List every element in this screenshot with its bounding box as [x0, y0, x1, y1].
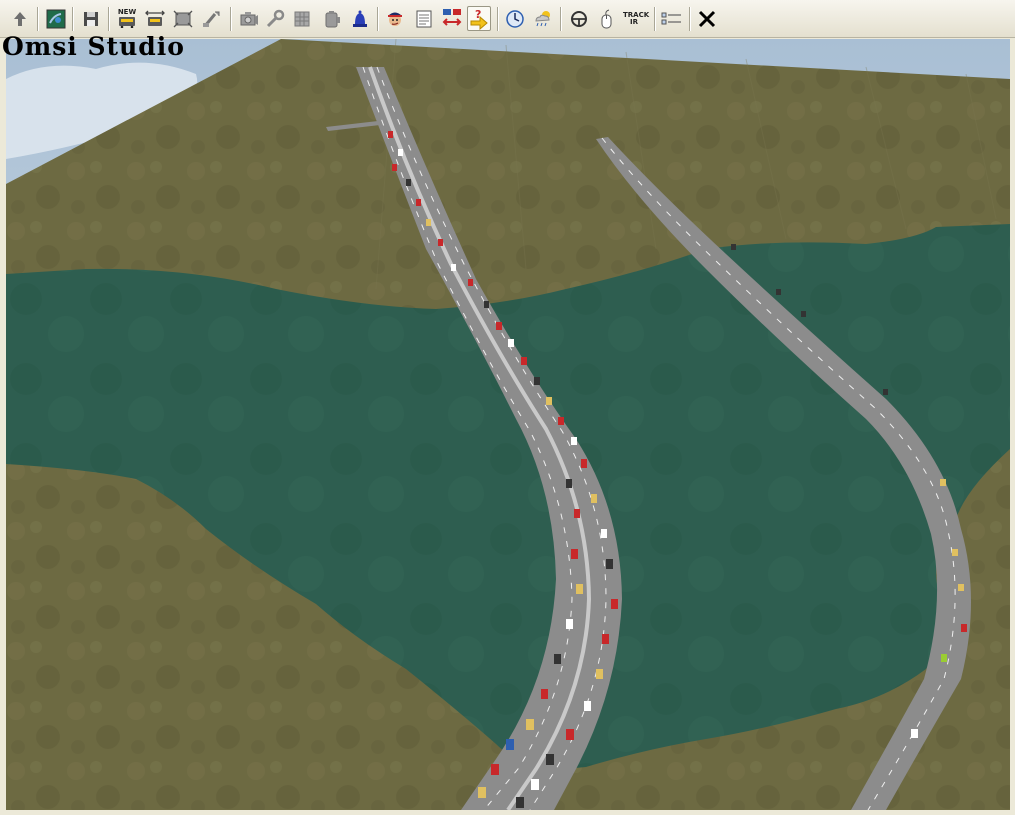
weather-icon[interactable] — [531, 6, 555, 31]
trackir-icon[interactable]: TRACK IR — [622, 6, 649, 31]
window-bottom-border — [0, 810, 1015, 815]
clock-icon[interactable] — [503, 6, 527, 31]
camera-icon[interactable] — [237, 6, 261, 31]
svg-text:?: ? — [475, 8, 481, 21]
up-arrow-icon[interactable] — [8, 6, 32, 31]
steering-wheel-icon[interactable] — [567, 6, 591, 31]
grid-icon[interactable] — [290, 6, 314, 31]
pointer-icon[interactable] — [199, 6, 223, 31]
bus-move-icon[interactable] — [143, 6, 167, 31]
3d-scene — [6, 39, 1010, 810]
bus-frame-icon[interactable] — [171, 6, 195, 31]
settings-list-icon[interactable] — [660, 6, 684, 31]
bell-icon[interactable] — [348, 6, 372, 31]
wrench-icon[interactable] — [263, 6, 287, 31]
scene-viewport[interactable] — [6, 39, 1010, 810]
app-title: Omsi Studio — [2, 32, 185, 61]
mouse-icon[interactable] — [595, 6, 619, 31]
map-icon[interactable] — [44, 6, 68, 31]
new-bus-icon[interactable]: NEW — [115, 6, 139, 31]
tank-icon[interactable] — [320, 6, 344, 31]
timetable-icon[interactable] — [412, 6, 436, 31]
help-icon[interactable]: ? — [467, 6, 491, 31]
driver-icon[interactable] — [383, 6, 407, 31]
save-icon[interactable] — [79, 6, 103, 31]
close-icon[interactable] — [695, 6, 719, 31]
swap-icon[interactable] — [440, 6, 464, 31]
